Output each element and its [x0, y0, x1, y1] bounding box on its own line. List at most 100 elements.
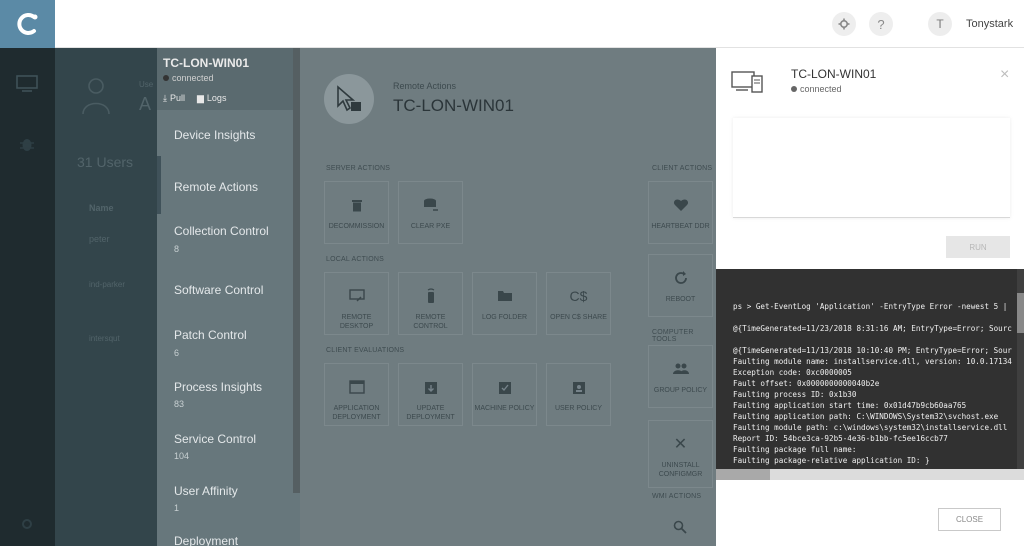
- devices-nav[interactable]: [12, 72, 42, 96]
- uninstall-configmgr-label: UNINSTALL CONFIGMGR: [658, 462, 703, 478]
- users-page-background: Use A 31 Users Name peter ind-parker int…: [55, 48, 157, 546]
- remote-actions-title: TC-LON-WIN01: [393, 96, 514, 115]
- remote-control-tile[interactable]: REMOTE CONTROL: [398, 272, 463, 335]
- menu-item-process-insights[interactable]: Process Insights: [174, 380, 262, 394]
- terminal-line: Faulting application path: C:\WINDOWS\Sy…: [733, 412, 999, 421]
- terminal-line: Faulting module path: c:\windows\system3…: [733, 423, 1008, 432]
- device-actions: ⤓ Pull ▆ Logs: [163, 93, 226, 104]
- terminal-line: Exception code: 0xc0000005: [733, 368, 852, 377]
- terminal-output: ps > Get-EventLog 'Application' -EntryTy…: [716, 269, 1024, 469]
- update-deployment-label: UPDATE DEPLOYMENT: [406, 405, 455, 421]
- remote-desktop-icon: [348, 289, 365, 302]
- terminal-horizontal-thumb[interactable]: [716, 469, 770, 480]
- username[interactable]: Tonystark: [966, 18, 1013, 30]
- settings-icon: [22, 519, 32, 529]
- menu-item-patch-control[interactable]: Patch Control: [174, 328, 247, 342]
- help-button[interactable]: ?: [869, 12, 893, 36]
- heartbeat-ddr-tile[interactable]: HEARTBEAT DDR: [648, 181, 713, 244]
- application-deployment-label: APPLICATION DEPLOYMENT: [332, 405, 381, 421]
- machine-policy-label: MACHINE POLICY: [474, 405, 535, 412]
- run-button[interactable]: RUN: [946, 236, 1010, 258]
- script-input[interactable]: [733, 118, 1010, 218]
- uninstall-configmgr-tile[interactable]: ✕ UNINSTALL CONFIGMGR: [648, 420, 713, 488]
- top-bar: ? T Tonystark: [55, 0, 1024, 48]
- bug-nav[interactable]: [12, 132, 42, 156]
- terminal-line: @{TimeGenerated=11/13/2018 10:10:40 PM; …: [733, 346, 1012, 355]
- remote-desktop-label: REMOTE DESKTOP: [339, 314, 374, 330]
- heartbeat-ddr-label: HEARTBEAT DDR: [651, 223, 710, 230]
- menu-count-service-control: 104: [174, 451, 190, 461]
- device-menu-scrollbar[interactable]: [293, 48, 300, 493]
- menu-item-collection-control[interactable]: Collection Control: [174, 224, 269, 238]
- menu-item-service-control[interactable]: Service Control: [174, 432, 256, 446]
- modal-device-status: connected: [791, 84, 842, 94]
- search-icon: [673, 520, 687, 534]
- section-local-actions: LOCAL ACTIONS: [326, 256, 384, 263]
- machine-policy-tile[interactable]: MACHINE POLICY: [472, 363, 537, 426]
- status-dot-icon: [791, 86, 797, 92]
- settings-button[interactable]: [832, 12, 856, 36]
- update-deployment-tile[interactable]: UPDATE DEPLOYMENT: [398, 363, 463, 426]
- modal-device-name: TC-LON-WIN01: [791, 67, 877, 81]
- terminal-horizontal-scrollbar[interactable]: [716, 469, 1024, 480]
- menu-item-software-control[interactable]: Software Control: [174, 283, 263, 297]
- close-button[interactable]: CLOSE: [938, 508, 1001, 531]
- bug-icon: [20, 139, 34, 151]
- wmi-search-button[interactable]: [673, 520, 687, 534]
- menu-count-user-affinity: 1: [174, 503, 180, 513]
- avatar-initial: T: [936, 17, 944, 31]
- heartbeat-icon: [673, 199, 688, 211]
- status-dot-icon: [163, 75, 169, 81]
- remote-control-icon: [427, 288, 434, 303]
- application-deployment-tile[interactable]: APPLICATION DEPLOYMENT: [324, 363, 389, 426]
- settings-nav[interactable]: [12, 512, 42, 536]
- remote-desktop-tile[interactable]: REMOTE DESKTOP: [324, 272, 389, 335]
- folder-icon: [497, 291, 512, 301]
- cs-share-icon: C$: [569, 288, 588, 304]
- table-row[interactable]: intersqut: [89, 334, 120, 343]
- close-icon[interactable]: ×: [1000, 66, 1009, 84]
- terminal-line: Fault offset: 0x0000000000040b2e: [733, 379, 880, 388]
- section-client-evaluations: CLIENT EVALUATIONS: [326, 347, 405, 354]
- terminal-line: ps > Get-EventLog 'Application' -EntryTy…: [733, 302, 1008, 311]
- decommission-tile[interactable]: DECOMMISSION: [324, 181, 389, 244]
- log-folder-tile[interactable]: LOG FOLDER: [472, 272, 537, 335]
- clear-pxe-label: CLEAR PXE: [410, 223, 451, 230]
- users-title-partial: A: [139, 94, 152, 114]
- table-row[interactable]: peter: [89, 234, 110, 244]
- terminal-line: Faulting module name: installservice.dll…: [733, 357, 1012, 366]
- pull-button[interactable]: ⤓ Pull: [163, 93, 185, 104]
- section-client-actions: CLIENT ACTIONS: [652, 165, 713, 172]
- group-policy-tile[interactable]: GROUP POLICY: [648, 345, 713, 408]
- window-icon: [348, 380, 365, 394]
- menu-item-device-insights[interactable]: Device Insights: [174, 128, 255, 142]
- open-cs-share-tile[interactable]: C$ OPEN C$ SHARE: [546, 272, 611, 335]
- menu-count-patch-control: 6: [174, 348, 180, 358]
- menu-item-remote-actions[interactable]: Remote Actions: [174, 180, 258, 194]
- run-script-modal: TC-LON-WIN01 connected × RUN ps > Get-Ev…: [716, 48, 1024, 546]
- x-icon: ✕: [673, 436, 688, 453]
- menu-item-deployment[interactable]: Deployment: [174, 534, 238, 546]
- table-row[interactable]: ind-parker: [89, 280, 125, 289]
- user-badge-icon: [572, 381, 585, 394]
- terminal-vertical-thumb[interactable]: [1017, 293, 1024, 333]
- database-clear-icon: [423, 198, 438, 211]
- avatar[interactable]: T: [928, 12, 952, 36]
- trash-icon: [351, 200, 362, 212]
- app-logo[interactable]: [0, 0, 55, 48]
- section-server-actions: SERVER ACTIONS: [326, 165, 391, 172]
- reboot-tile[interactable]: REBOOT: [648, 254, 713, 317]
- remote-actions-panel: Remote Actions TC-LON-WIN01 SERVER ACTIO…: [300, 48, 716, 546]
- terminal-vertical-scrollbar[interactable]: [1017, 269, 1024, 469]
- users-header-partial: Use: [139, 80, 154, 89]
- nav-rail: [0, 48, 55, 546]
- terminal-line: Faulting package full name:: [733, 445, 857, 454]
- cursor-icon: [337, 85, 361, 112]
- logo-icon: [16, 13, 37, 35]
- gear-icon: [838, 18, 850, 30]
- clear-pxe-tile[interactable]: CLEAR PXE: [398, 181, 463, 244]
- user-policy-tile[interactable]: USER POLICY: [546, 363, 611, 426]
- logs-button[interactable]: ▆ Logs: [197, 93, 226, 104]
- active-indicator: [157, 156, 161, 214]
- menu-item-user-affinity[interactable]: User Affinity: [174, 484, 238, 498]
